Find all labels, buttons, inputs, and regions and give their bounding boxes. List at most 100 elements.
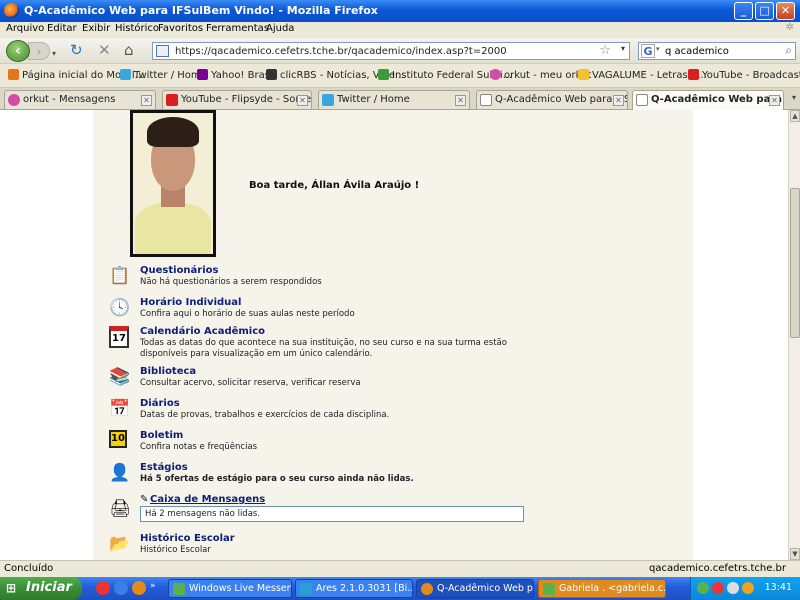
start-button[interactable]: ⊞ Iniciar	[0, 577, 82, 600]
search-icon[interactable]: ⌕	[785, 43, 792, 58]
scroll-up-icon[interactable]: ▲	[790, 110, 800, 122]
historico-link[interactable]: Histórico Escolar	[140, 533, 235, 544]
taskbar: ⊞ Iniciar » Windows Live Messen... Ares …	[0, 577, 800, 600]
page-content: Boa tarde, Állan Ávila Araújo ! 📋 Questi…	[0, 110, 788, 560]
quicklaunch-firefox-icon[interactable]	[132, 581, 146, 595]
item-diarios: 📅 Diários Datas de provas, trabalhos e e…	[109, 398, 669, 428]
close-button[interactable]: ✕	[776, 2, 795, 20]
menu-ferramentas[interactable]: Ferramentas	[206, 23, 269, 34]
url-input[interactable]	[175, 44, 595, 58]
grade-icon[interactable]: 10	[109, 430, 127, 448]
menu-favoritos[interactable]: Favoritos	[158, 23, 203, 34]
estagios-desc: Há 5 ofertas de estágio para o seu curso…	[140, 474, 414, 484]
search-engine-dropdown-icon[interactable]: ▾	[656, 45, 660, 53]
calendario-link[interactable]: Calendário Acadêmico	[140, 326, 265, 337]
menu-arquivo[interactable]: Arquivo	[6, 23, 44, 34]
task-ares[interactable]: Ares 2.1.0.3031 [Bi...	[295, 579, 413, 598]
message-icon[interactable]: 🖨	[109, 498, 131, 520]
tab-bar: orkut - Mensagens ✕ YouTube - Flipsyde - …	[0, 88, 800, 110]
reload-icon[interactable]: ↻	[70, 40, 83, 60]
status-domain: qacademico.cefetrs.tche.br	[648, 563, 786, 574]
biblioteca-link[interactable]: Biblioteca	[140, 366, 196, 377]
google-icon[interactable]: G	[641, 44, 655, 58]
menu-bar: Arquivo Editar Exibir Histórico Favorito…	[0, 22, 800, 38]
history-dropdown-icon[interactable]: ▾	[52, 44, 56, 64]
intern-icon[interactable]: 👤	[109, 462, 131, 484]
messenger-icon	[543, 583, 555, 595]
estagios-link[interactable]: Estágios	[140, 462, 188, 473]
tray-antivirus-icon[interactable]	[712, 582, 724, 594]
boletim-link[interactable]: Boletim	[140, 430, 183, 441]
calendar-icon[interactable]: 17	[109, 326, 129, 348]
task-gabriela-chat[interactable]: Gabriela . <gabriela.c...	[538, 579, 666, 598]
task-windows-live-messenger[interactable]: Windows Live Messen...	[168, 579, 292, 598]
messages-notice: Há 2 mensagens não lidas.	[140, 506, 524, 522]
tray-volume-icon[interactable]	[742, 582, 754, 594]
tab-qacademico-active[interactable]: Q-Acadêmico Web para ... ✕	[632, 90, 784, 110]
firefox-icon	[421, 583, 433, 595]
questionarios-link[interactable]: Questionários	[140, 265, 218, 276]
clipboard-icon[interactable]: 📋	[109, 265, 131, 287]
scroll-down-icon[interactable]: ▼	[790, 548, 800, 560]
menu-editar[interactable]: Editar	[47, 23, 77, 34]
horario-link[interactable]: Horário Individual	[140, 297, 241, 308]
site-favicon-icon	[156, 45, 169, 57]
tab-close-icon[interactable]: ✕	[141, 95, 152, 106]
menu-historico[interactable]: Histórico	[115, 23, 159, 34]
clock-icon[interactable]: 🕓	[109, 297, 131, 319]
bookmark-orkut[interactable]: orkut - meu orkut	[490, 69, 591, 81]
minimize-button[interactable]: _	[734, 2, 753, 20]
quicklaunch-icon[interactable]	[114, 581, 128, 595]
bookmarks-toolbar: Página inicial do Mozill... Twitter / Ho…	[0, 64, 800, 88]
diary-icon[interactable]: 📅	[109, 398, 131, 420]
menu-ajuda[interactable]: Ajuda	[266, 23, 294, 34]
quicklaunch-icon[interactable]	[96, 581, 110, 595]
quicklaunch-more-icon[interactable]: »	[150, 581, 156, 591]
tray-network-icon[interactable]	[727, 582, 739, 594]
diarios-desc: Datas de provas, trabalhos e exercícios …	[140, 410, 390, 420]
task-firefox-qacademico[interactable]: Q-Acadêmico Web pa...	[416, 579, 534, 598]
vertical-scrollbar[interactable]: ▲ ▼	[788, 110, 800, 560]
item-questionarios: 📋 Questionários Não há questionários a s…	[109, 265, 669, 295]
search-bar[interactable]: G ▾ ⌕	[638, 42, 796, 60]
back-button[interactable]: ‹	[6, 40, 30, 62]
tray-messenger-icon[interactable]	[697, 582, 709, 594]
folder-icon[interactable]: 📂	[109, 533, 131, 555]
bookmark-star-icon[interactable]: ☆	[599, 43, 611, 58]
twitter-icon	[322, 94, 334, 106]
tab-twitter-home[interactable]: Twitter / Home ✕	[318, 90, 470, 109]
throbber-icon: ✲	[785, 22, 794, 33]
menu-exibir[interactable]: Exibir	[82, 23, 110, 34]
status-text: Concluído	[4, 563, 54, 574]
search-input[interactable]	[665, 44, 775, 58]
stop-icon[interactable]: ✕	[98, 40, 111, 60]
maximize-button[interactable]: □	[755, 2, 774, 20]
caixa-mensagens-link[interactable]: Caixa de Mensagens	[150, 494, 265, 505]
tab-close-icon[interactable]: ✕	[297, 95, 308, 106]
tab-close-icon[interactable]: ✕	[769, 95, 780, 106]
horario-desc: Confira aqui o horário de suas aulas nes…	[140, 309, 355, 319]
bookmark-twitter[interactable]: Twitter / Home	[120, 69, 207, 81]
biblioteca-desc: Consultar acervo, solicitar reserva, ver…	[140, 378, 361, 388]
tab-qacademico-1[interactable]: Q-Acadêmico Web para IFSu...✕	[476, 90, 628, 109]
address-bar[interactable]: ☆ ▾	[152, 42, 630, 60]
bookmark-yahoo[interactable]: Yahoo! Brasil	[197, 69, 276, 81]
tab-close-icon[interactable]: ✕	[455, 95, 466, 106]
diarios-link[interactable]: Diários	[140, 398, 180, 409]
student-photo	[130, 110, 216, 257]
tab-list-icon[interactable]: ▾	[792, 93, 796, 102]
forward-button[interactable]: ›	[28, 42, 50, 60]
twitter-icon	[120, 69, 131, 80]
tab-close-icon[interactable]: ✕	[613, 95, 624, 106]
books-icon[interactable]: 📚	[109, 366, 131, 388]
home-icon[interactable]: ⌂	[124, 40, 134, 60]
url-dropdown-icon[interactable]: ▾	[621, 44, 625, 53]
calendario-desc: Todas as datas do que acontece na sua in…	[140, 338, 507, 359]
scrollbar-thumb[interactable]	[790, 188, 800, 338]
tab-youtube-flipsyde[interactable]: YouTube - Flipsyde - Someday✕	[162, 90, 312, 109]
tab-orkut-mensagens[interactable]: orkut - Mensagens ✕	[4, 90, 156, 109]
item-boletim: 10 Boletim Confira notas e freqüências	[109, 430, 669, 460]
clock[interactable]: 13:41	[765, 582, 792, 593]
main-panel: Boa tarde, Állan Ávila Araújo ! 📋 Questi…	[93, 110, 693, 560]
bookmark-youtube[interactable]: YouTube - Broadcast ...	[688, 69, 800, 81]
